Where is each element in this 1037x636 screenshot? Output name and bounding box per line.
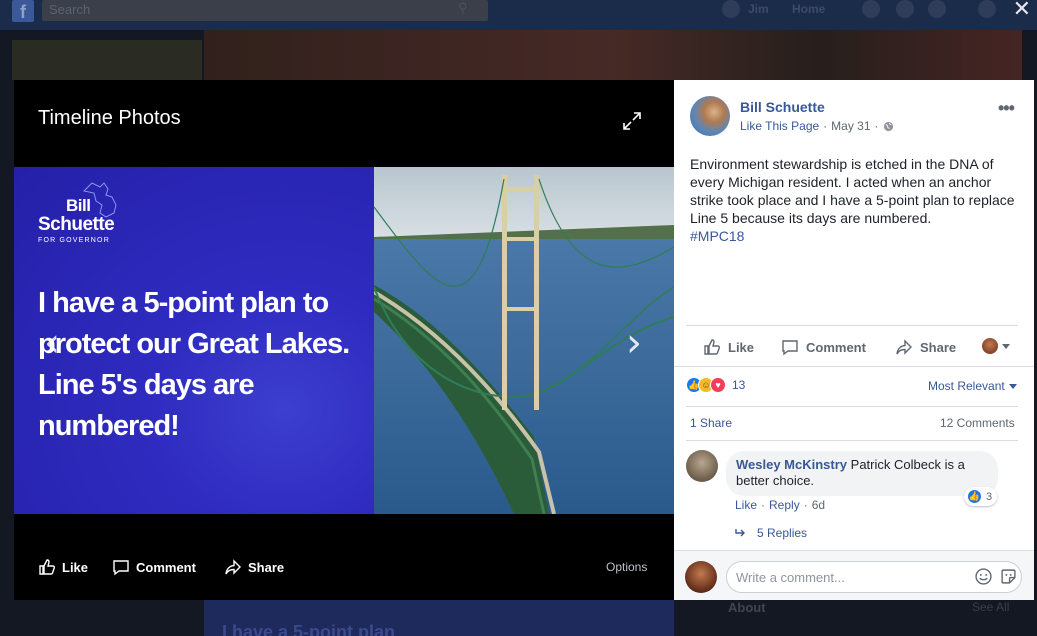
emoji-icon[interactable] (975, 568, 992, 585)
actions-divider (686, 325, 1018, 326)
reaction-count[interactable]: 13 (732, 378, 745, 392)
background-post-teaser: I have a 5-point plan (222, 622, 396, 636)
viewer-options-button[interactable]: Options (606, 560, 647, 574)
help-icon (978, 0, 996, 18)
viewer-action-bar: Like Comment Share Options (14, 550, 674, 586)
comment-sort-label: Most Relevant (928, 379, 1005, 393)
meta-separator-2: · (874, 119, 879, 133)
sticker-icon[interactable] (1000, 568, 1017, 585)
thumbs-up-icon (39, 559, 55, 575)
expand-icon[interactable] (620, 109, 644, 133)
reaction-summary[interactable]: 👍 ☺ ♥ 13 (686, 377, 745, 393)
logo-subtitle: FOR GOVERNOR (38, 237, 110, 244)
comment-actions: Like · Reply · 6d (735, 498, 825, 512)
comment-dot: · (761, 498, 766, 512)
post-as-avatar (982, 338, 998, 354)
viewer-comment-button[interactable]: Comment (112, 558, 196, 576)
commenter-avatar[interactable] (686, 450, 718, 482)
photo-headline: I have a 5-point plan to protect our Gre… (38, 287, 350, 442)
like-reaction-icon: 👍 (967, 489, 982, 504)
comment-reply-link[interactable]: Reply (769, 498, 800, 512)
love-reaction-icon: ♥ (710, 377, 726, 393)
replies-label: 5 Replies (757, 526, 808, 540)
like-this-page-link[interactable]: Like This Page (740, 119, 819, 133)
comment-composer (674, 550, 1034, 600)
more-options-icon[interactable]: ••• (998, 98, 1015, 119)
background-search-field: Search (42, 0, 488, 21)
meta-separator: · (823, 119, 828, 133)
comments-divider (686, 440, 1018, 441)
reply-arrow-icon (735, 529, 745, 537)
post-like-label: Like (728, 339, 755, 355)
share-arrow-icon (225, 559, 241, 575)
page-avatar[interactable] (690, 96, 730, 136)
page-name-link[interactable]: Bill Schuette (740, 99, 825, 115)
post-meta: Like This Page · May 31 · (740, 119, 894, 133)
campaign-logo: Bill Schuette FOR GOVERNOR (38, 182, 117, 244)
thumbs-up-icon (704, 339, 720, 355)
nav-user-link: Jim (748, 2, 769, 16)
michigan-outline-icon (82, 182, 117, 218)
background-profile-strip (12, 40, 202, 80)
comment-bubble-icon (113, 560, 129, 576)
background-about-heading: About (728, 600, 766, 615)
messages-icon (896, 0, 914, 18)
viewer-comment-label: Comment (136, 559, 196, 575)
hashtag-link[interactable]: #MPC18 (690, 228, 744, 244)
notifications-icon (928, 0, 946, 18)
comment-count-link[interactable]: 12 Comments (940, 416, 1015, 430)
reactions-divider (674, 366, 1034, 367)
comment-bubble: Wesley McKinstry Patrick Colbeck is a be… (726, 451, 998, 496)
photo-campaign-panel: Bill Schuette FOR GOVERNOR I have a 5-po… (14, 167, 374, 514)
share-arrow-icon (896, 339, 912, 355)
viewer-share-label: Share (248, 559, 285, 575)
comment-dot-2: · (803, 498, 808, 512)
chevron-down-icon (1008, 383, 1017, 389)
photo-viewer: Timeline Photos Bill Schuette FOR GOVERN… (14, 80, 674, 600)
globe-icon (883, 121, 893, 131)
friends-icon (862, 0, 880, 18)
background-see-all-link: See All (972, 600, 1010, 614)
post-action-bar: Like Comment Share (686, 334, 1018, 360)
post-like-button[interactable]: Like (702, 338, 754, 356)
post-as-selector[interactable] (982, 338, 1010, 354)
timeline-photo: Bill Schuette FOR GOVERNOR I have a 5-po… (14, 167, 674, 514)
share-count-link[interactable]: 1 Share (690, 416, 732, 430)
post-comment-button[interactable]: Comment (780, 338, 866, 356)
composer-avatar (685, 561, 717, 593)
post-body: Environment stewardship is etched in the… (690, 156, 1015, 226)
post-date[interactable]: May 31 (831, 119, 870, 133)
post-share-button[interactable]: Share (894, 338, 956, 356)
background-cover-photo (204, 30, 1022, 82)
comment-reaction-count: 3 (986, 490, 993, 503)
viewer-title: Timeline Photos (38, 107, 181, 129)
comment-author-link[interactable]: Wesley McKinstry (736, 457, 847, 472)
facebook-logo-icon: f (12, 0, 34, 22)
previous-photo-arrow-icon[interactable]: ‹ (44, 320, 60, 366)
search-icon: ⚲ (458, 0, 468, 15)
chevron-down-icon (1002, 343, 1010, 349)
post-share-label: Share (920, 339, 957, 355)
comment-sort-dropdown[interactable]: Most Relevant (928, 379, 1017, 393)
viewer-like-label: Like (62, 559, 89, 575)
post-comment-label: Comment (806, 339, 866, 355)
comment-like-link[interactable]: Like (735, 498, 757, 512)
next-photo-arrow-icon[interactable]: › (626, 320, 642, 366)
close-icon[interactable]: ✕ (1013, 0, 1031, 22)
user-avatar (722, 0, 740, 18)
comment-reaction-badge[interactable]: 👍 3 (964, 487, 998, 506)
comment-age[interactable]: 6d (812, 498, 825, 512)
viewer-share-button[interactable]: Share (224, 558, 284, 576)
share-divider (686, 406, 1018, 407)
post-side-panel: Bill Schuette Like This Page · May 31 · … (674, 80, 1034, 600)
nav-home-link: Home (792, 2, 826, 16)
viewer-like-button[interactable]: Like (38, 558, 88, 576)
view-replies-link[interactable]: 5 Replies (735, 526, 807, 540)
post-text: Environment stewardship is etched in the… (690, 155, 1020, 245)
comment-bubble-icon (782, 340, 798, 356)
